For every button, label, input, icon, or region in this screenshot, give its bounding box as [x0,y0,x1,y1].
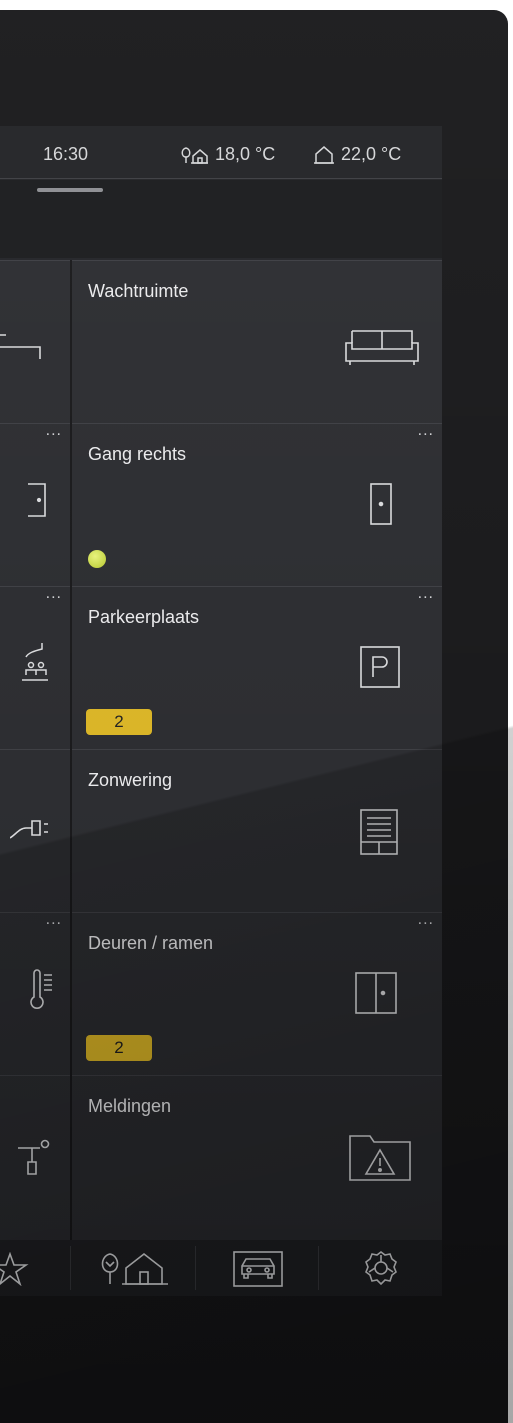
car-icon [233,1251,283,1287]
status-bar: 16:30 18,0 °C 22,0 °C [0,126,442,180]
device-frame: 16:30 18,0 °C 22,0 °C ... ... ... Wachtr… [0,10,508,1423]
valve-icon [18,1139,50,1175]
more-icon[interactable]: ... [46,911,62,929]
outdoor-temp-value: 18,0 °C [215,144,276,164]
bed-icon [0,334,41,359]
tile-label: Zonwering [88,770,173,790]
indoor-temperature: 22,0 °C [313,144,401,165]
tile-label: Deuren / ramen [88,933,214,953]
tile-label: Wachtruimte [88,281,189,301]
tile-left-4[interactable] [0,749,70,912]
tile-wachtruimte[interactable]: Wachtruimte [72,260,442,423]
warning-folder-icon [349,1135,411,1181]
outdoor-temperature: 18,0 °C [179,144,275,165]
tile-parkeerplaats[interactable]: Parkeerplaats ... 2 [72,585,442,749]
tile-grid: ... ... ... Wachtruimte Gang rechts ... … [0,260,442,1240]
tile-gang-rechts[interactable]: Gang rechts ... [72,422,442,586]
screen: 16:30 18,0 °C 22,0 °C ... ... ... Wachtr… [0,126,442,1296]
nav-favorites[interactable] [0,1240,70,1296]
more-icon[interactable]: ... [46,585,62,603]
tile-label: Gang rechts [88,444,187,464]
sofa-icon [345,330,419,365]
tile-zonwering[interactable]: Zonwering [72,749,442,912]
star-icon [0,1252,29,1286]
nav-home[interactable] [71,1240,195,1296]
bottom-navigation [0,1240,442,1296]
more-icon[interactable]: ... [418,911,434,929]
tile-left-3[interactable]: ... [0,585,70,749]
tile-deuren-ramen[interactable]: Deuren / ramen ... 2 [72,911,442,1075]
tile-left-1[interactable] [0,260,70,423]
more-icon[interactable]: ... [418,585,434,603]
tile-meldingen[interactable]: Meldingen [72,1075,442,1240]
gear-icon [365,1251,397,1286]
door-icon [370,483,392,525]
count-badge: 2 [86,1035,152,1061]
status-divider [0,178,442,179]
window-icon [355,972,397,1014]
status-led [88,550,106,568]
tile-left-6[interactable] [0,1075,70,1240]
indoor-temp-value: 22,0 °C [341,144,402,164]
nav-settings[interactable] [319,1240,442,1296]
plug-icon [10,820,48,839]
more-icon[interactable]: ... [418,422,434,440]
parking-icon [360,646,400,688]
people-icon [22,643,48,681]
door-icon [28,483,46,517]
clock: 16:30 [43,144,89,164]
thermometer-icon [30,969,52,1009]
house-tree-icon [181,146,208,164]
more-icon[interactable]: ... [46,422,62,440]
tile-left-5[interactable]: ... [0,911,70,1075]
house-tree-icon [101,1252,168,1285]
tile-label: Parkeerplaats [88,607,200,627]
count-badge: 2 [86,709,152,735]
house-icon [314,145,334,164]
tile-label: Meldingen [88,1096,172,1116]
blinds-icon [360,809,398,855]
pull-down-handle[interactable] [37,188,103,192]
tile-left-2[interactable]: ... [0,422,70,586]
nav-car[interactable] [196,1240,318,1296]
